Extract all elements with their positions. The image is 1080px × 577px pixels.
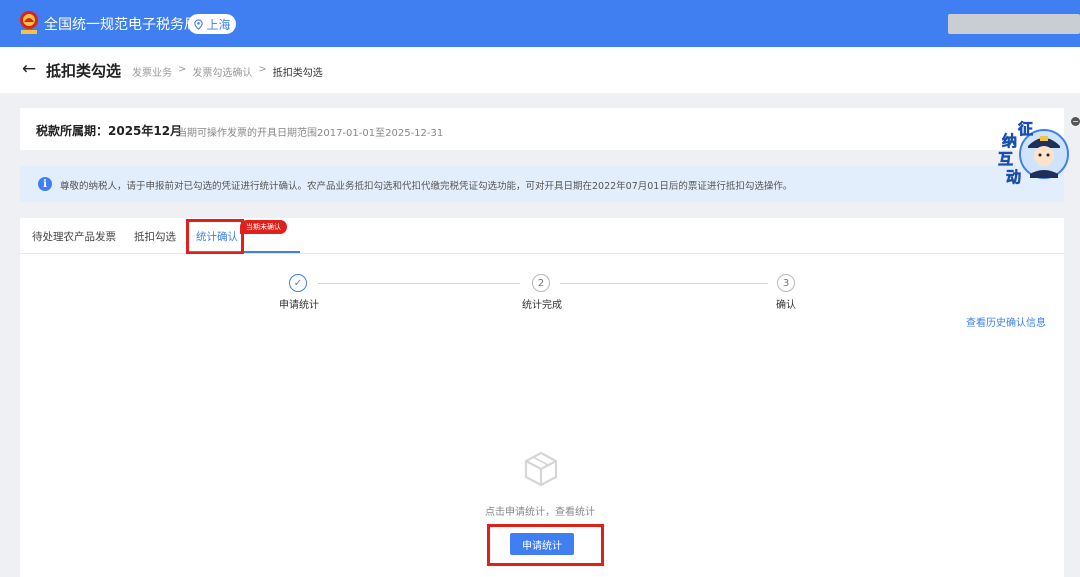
arrow-left-icon: ← bbox=[21, 59, 37, 79]
breadcrumb: 发票业务 > 发票勾选确认 > 抵扣类勾选 bbox=[132, 64, 323, 79]
step-1-label: 申请统计 bbox=[279, 300, 319, 311]
tax-emblem-icon bbox=[20, 11, 38, 34]
tab-statistics-confirmation[interactable]: 统计确认 bbox=[196, 229, 238, 244]
location-label: 上海 bbox=[206, 17, 231, 32]
app-title: 全国统一规范电子税务局 bbox=[44, 17, 198, 33]
breadcrumb-separator: > bbox=[178, 64, 187, 75]
breadcrumb-item-invoice-business[interactable]: 发票业务 bbox=[132, 64, 172, 79]
tax-period-card: 税款所属期：2025年12月 当期可操作发票的开具日期范围2017-01-01至… bbox=[20, 108, 1064, 150]
notice-text: 尊敬的纳税人，请于申报前对已勾选的凭证进行统计确认。农产品业务抵扣勾选和代扣代缴… bbox=[60, 181, 793, 192]
empty-state-text: 点击申请统计，查看统计 bbox=[485, 507, 595, 518]
active-tab-indicator bbox=[188, 251, 300, 253]
tab-pending-agricultural-invoices[interactable]: 待处理农产品发票 bbox=[32, 229, 116, 244]
empty-box-icon bbox=[524, 451, 558, 487]
location-pin-icon bbox=[194, 18, 204, 30]
step-2-circle: 2 bbox=[532, 274, 550, 292]
info-notice: i 尊敬的纳税人，请于申报前对已勾选的凭证进行统计确认。农产品业务抵扣勾选和代扣… bbox=[20, 166, 1064, 202]
user-info[interactable] bbox=[948, 14, 1080, 34]
tab-deduction-selection[interactable]: 抵扣勾选 bbox=[134, 229, 176, 244]
tabs-bar: 待处理农产品发票 抵扣勾选 统计确认 当期未确认 bbox=[20, 218, 1064, 254]
info-icon: i bbox=[38, 177, 52, 191]
step-3-label: 确认 bbox=[776, 300, 796, 311]
mascot-char: 动 bbox=[1006, 168, 1022, 187]
mascot-char: 征 bbox=[1018, 120, 1034, 139]
step-1-check-icon: ✓ bbox=[289, 274, 307, 292]
view-history-link[interactable]: 查看历史确认信息 bbox=[966, 314, 1046, 329]
unconfirmed-badge: 当期未确认 bbox=[240, 220, 287, 234]
breadcrumb-item-invoice-selection[interactable]: 发票勾选确认 bbox=[192, 64, 252, 79]
page-title: 抵扣类勾选 bbox=[46, 62, 122, 80]
assistant-widget[interactable]: 征 纳 互 动 bbox=[994, 116, 1072, 188]
step-connector bbox=[318, 283, 520, 284]
step-2-label: 统计完成 bbox=[522, 300, 562, 311]
step-connector bbox=[560, 283, 768, 284]
top-bar: 全国统一规范电子税务局 上海 bbox=[0, 0, 1080, 47]
widget-close-icon[interactable]: − bbox=[1071, 117, 1080, 126]
tax-period-label: 税款所属期：2025年12月 bbox=[36, 124, 183, 138]
breadcrumb-item-current: 抵扣类勾选 bbox=[272, 68, 323, 79]
page-header: ← 抵扣类勾选 发票业务 > 发票勾选确认 > 抵扣类勾选 bbox=[0, 47, 1080, 93]
location-selector[interactable]: 上海 bbox=[188, 14, 236, 34]
back-button[interactable]: ← bbox=[20, 59, 38, 79]
breadcrumb-separator: > bbox=[258, 64, 267, 75]
step-3-circle: 3 bbox=[777, 274, 795, 292]
apply-statistics-button[interactable]: 申请统计 bbox=[510, 533, 574, 555]
tax-period-range: 当期可操作发票的开具日期范围2017-01-01至2025-12-31 bbox=[177, 128, 444, 139]
